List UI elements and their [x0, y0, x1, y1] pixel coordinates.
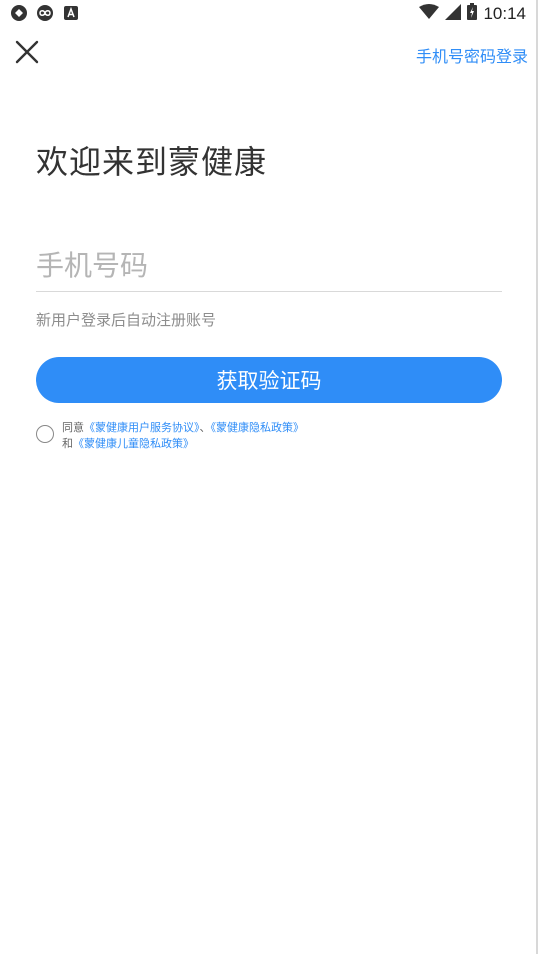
children-privacy-policy-link[interactable]: 《蒙健康儿童隐私政策》: [73, 437, 194, 450]
get-code-button[interactable]: 获取验证码: [36, 357, 502, 403]
battery-icon: [467, 3, 478, 24]
hint-text: 新用户登录后自动注册账号: [36, 311, 217, 329]
close-icon[interactable]: [14, 39, 40, 65]
status-bar-left: [10, 4, 80, 22]
password-login-link[interactable]: 手机号密码登录: [416, 43, 528, 67]
signal-icon: [445, 3, 462, 24]
sync-icon: [10, 4, 28, 22]
phone-field: [36, 240, 502, 292]
agreement-prefix: 同意: [62, 421, 84, 434]
agreement-checkbox[interactable]: [36, 425, 54, 443]
status-bar-right: 10:14: [419, 3, 526, 24]
agreement-conjunction: 和: [62, 437, 73, 450]
status-time: 10:14: [483, 3, 526, 23]
wifi-icon: [419, 3, 440, 24]
welcome-title: 欢迎来到蒙健康: [36, 143, 268, 181]
service-agreement-link[interactable]: 《蒙健康用户服务协议》: [84, 421, 200, 434]
agreement-separator: 、: [199, 421, 211, 434]
agreement-text: 同意《蒙健康用户服务协议》、《蒙健康隐私政策》 和《蒙健康儿童隐私政策》: [62, 420, 362, 452]
loop-icon: [36, 4, 54, 22]
text-a-icon: [62, 4, 80, 22]
status-bar: 10:14: [0, 0, 536, 28]
phone-input[interactable]: [36, 240, 502, 290]
privacy-policy-link[interactable]: 《蒙健康隐私政策》: [211, 421, 305, 434]
